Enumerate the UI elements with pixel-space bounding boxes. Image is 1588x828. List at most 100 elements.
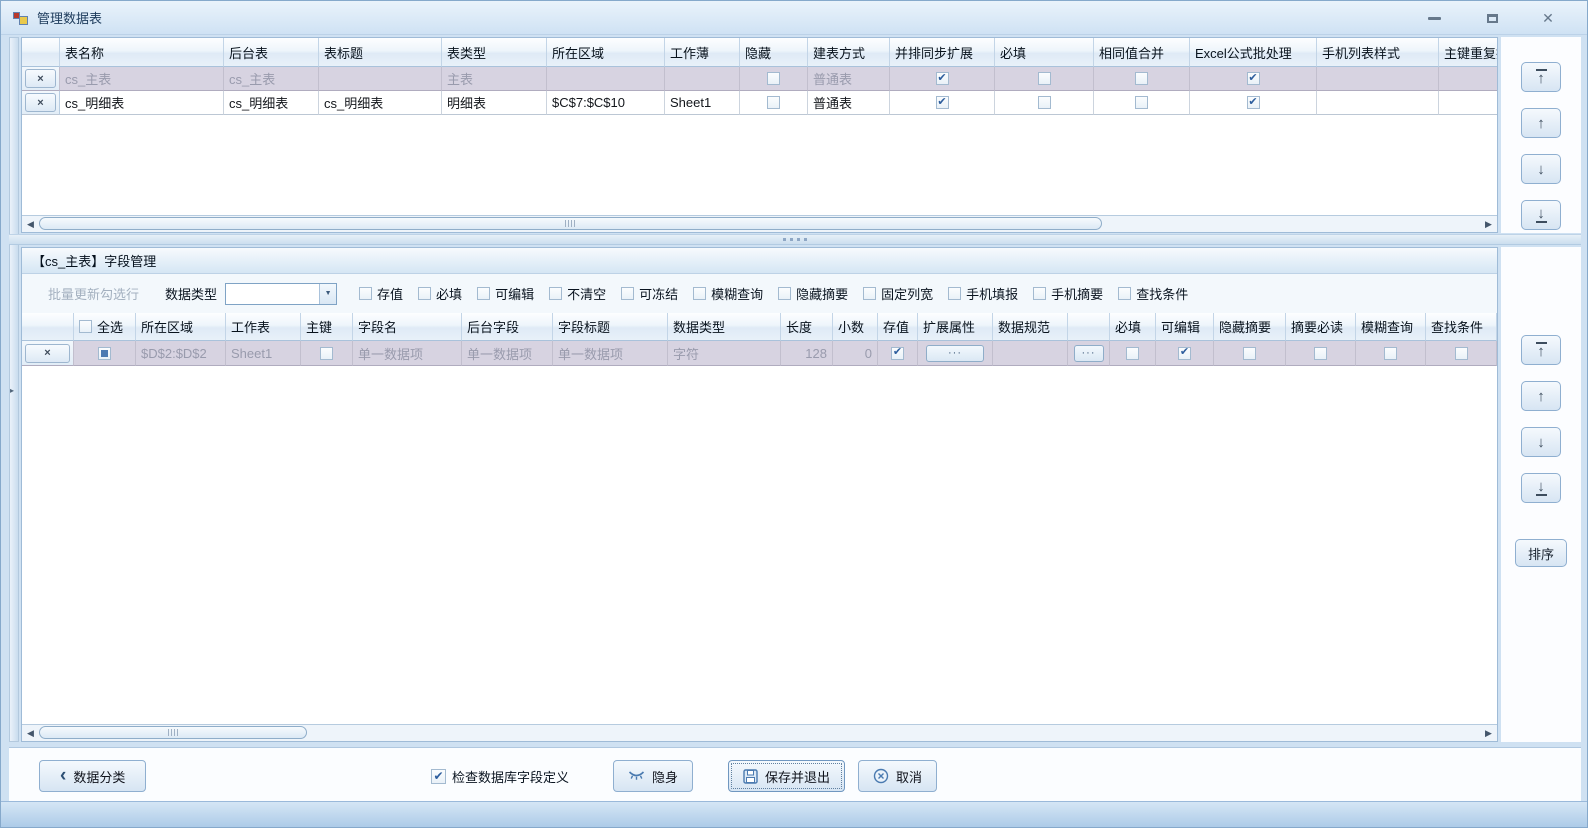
ellipsis-button[interactable]: ··· (1074, 345, 1104, 362)
table-row[interactable]: ×cs_主表cs_主表主表✔普通表✔✔✔✔ (22, 67, 1497, 91)
toolbar-checkbox-6[interactable]: ✔隐藏摘要 (778, 284, 848, 303)
checkbox[interactable]: ✔ (359, 287, 372, 300)
checkbox[interactable]: ✔ (693, 287, 706, 300)
column-header-create-method[interactable]: 建表方式 (808, 38, 890, 67)
delete-row-button[interactable]: × (25, 344, 70, 363)
checkbox[interactable]: ✔ (1118, 287, 1131, 300)
toolbar-checkbox-8[interactable]: ✔手机填报 (948, 284, 1018, 303)
cell-checkbox-hidden[interactable]: ✔ (767, 72, 780, 85)
column-header-summary-must-read[interactable]: 摘要必读 (1286, 313, 1356, 341)
column-header-workbook[interactable]: 工作薄 (665, 38, 740, 67)
column-header-required[interactable]: 必填 (1110, 313, 1156, 341)
horizontal-splitter[interactable] (9, 234, 1581, 245)
toolbar-checkbox-2[interactable]: ✔可编辑 (477, 284, 534, 303)
move-up-button[interactable]: ↑ (1521, 381, 1561, 411)
column-header-delete[interactable] (22, 38, 60, 67)
column-header-hide-summary[interactable]: 隐藏摘要 (1214, 313, 1286, 341)
column-header-select-all[interactable]: ✔全选 (74, 313, 136, 341)
tables-grid-hscrollbar[interactable]: ◀ ▶ (22, 215, 1497, 232)
column-header-backend-field[interactable]: 后台字段 (462, 313, 553, 341)
checkbox[interactable]: ✔ (431, 769, 446, 784)
column-header-required[interactable]: 必填 (995, 38, 1094, 67)
cell-checkbox-side-sync-extend[interactable]: ✔ (936, 96, 949, 109)
cell-checkbox-summary-must-read[interactable]: ✔ (1314, 347, 1327, 360)
column-header-field-name[interactable]: 字段名 (353, 313, 462, 341)
move-bottom-button[interactable]: ↓ (1521, 473, 1561, 503)
fields-grid-hscrollbar[interactable]: ◀ ▶ (22, 724, 1497, 741)
cell-checkbox-excel-formula-batch[interactable]: ✔ (1247, 96, 1260, 109)
sort-button[interactable]: 排序 (1515, 539, 1567, 567)
column-header-excel-formula-batch[interactable]: Excel公式批处理 (1190, 38, 1317, 67)
column-header-region[interactable]: 所在区域 (547, 38, 665, 67)
checkbox[interactable]: ✔ (549, 287, 562, 300)
column-header-table-title[interactable]: 表标题 (319, 38, 442, 67)
column-header-mobile-list-style[interactable]: 手机列表样式 (1317, 38, 1439, 67)
scroll-thumb[interactable] (39, 726, 307, 739)
cell-checkbox-store-value[interactable]: ✔ (891, 347, 904, 360)
checkbox[interactable]: ✔ (418, 287, 431, 300)
scroll-thumb[interactable] (39, 217, 1102, 230)
column-header-backend-table[interactable]: 后台表 (224, 38, 319, 67)
checkbox[interactable]: ✔ (778, 287, 791, 300)
column-header-table-type[interactable]: 表类型 (442, 38, 547, 67)
column-header-blank[interactable] (1068, 313, 1110, 341)
column-header-fuzzy-query[interactable]: 模糊查询 (1356, 313, 1426, 341)
toolbar-checkbox-4[interactable]: ✔可冻结 (621, 284, 678, 303)
column-header-hidden[interactable]: 隐藏 (740, 38, 808, 67)
collapse-splitter[interactable]: ▸ (9, 37, 19, 742)
cell-checkbox-merge-same-value[interactable]: ✔ (1135, 96, 1148, 109)
stealth-button[interactable]: 隐身 (613, 760, 693, 792)
column-header-worksheet[interactable]: 工作表 (226, 313, 301, 341)
column-header-ext-props[interactable]: 扩展属性 (918, 313, 993, 341)
cell-checkbox-fuzzy-query[interactable]: ✔ (1384, 347, 1397, 360)
cell-checkbox-hide-summary[interactable]: ✔ (1243, 347, 1256, 360)
column-header-table-name[interactable]: 表名称 (60, 38, 224, 67)
column-header-editable[interactable]: 可编辑 (1156, 313, 1214, 341)
minimize-button[interactable] (1421, 9, 1447, 27)
move-bottom-button[interactable]: ↓ (1521, 200, 1561, 230)
column-header-decimals[interactable]: 小数 (833, 313, 878, 341)
delete-row-button[interactable]: × (25, 69, 56, 88)
column-header-merge-same-value[interactable]: 相同值合并 (1094, 38, 1190, 67)
toolbar-checkbox-9[interactable]: ✔手机摘要 (1033, 284, 1103, 303)
toolbar-checkbox-3[interactable]: ✔不清空 (549, 284, 606, 303)
back-button[interactable]: ‹ 数据分类 (39, 760, 146, 792)
checkbox[interactable]: ✔ (477, 287, 490, 300)
column-header-data-type[interactable]: 数据类型 (668, 313, 781, 341)
move-top-button[interactable]: ↑ (1521, 62, 1561, 92)
column-header-pk-duplicate[interactable]: 主键重复提 (1439, 38, 1498, 67)
column-header-field-title[interactable]: 字段标题 (553, 313, 668, 341)
scroll-right-button[interactable]: ▶ (1480, 216, 1497, 232)
select-all-checkbox[interactable]: ✔ (79, 320, 92, 333)
scroll-left-button[interactable]: ◀ (22, 725, 39, 741)
datatype-combobox[interactable]: ▼ (225, 283, 337, 305)
column-header-find-condition[interactable]: 查找条件 (1426, 313, 1497, 341)
column-header-primary-key[interactable]: 主键 (301, 313, 353, 341)
cell-checkbox-primary-key[interactable]: ✔ (320, 347, 333, 360)
row-select-checkbox[interactable] (98, 347, 111, 360)
cell-checkbox-hidden[interactable]: ✔ (767, 96, 780, 109)
column-header-length[interactable]: 长度 (781, 313, 833, 341)
cell-checkbox-editable[interactable]: ✔ (1178, 347, 1191, 360)
ellipsis-button[interactable]: ··· (926, 345, 984, 362)
column-header-data-spec[interactable]: 数据规范 (993, 313, 1068, 341)
delete-row-button[interactable]: × (25, 93, 56, 112)
toolbar-checkbox-10[interactable]: ✔查找条件 (1118, 284, 1188, 303)
toolbar-checkbox-5[interactable]: ✔模糊查询 (693, 284, 763, 303)
checkbox[interactable]: ✔ (1033, 287, 1046, 300)
table-row[interactable]: ×$D$2:$D$2Sheet1✔单一数据项单一数据项单一数据项字符1280✔·… (22, 341, 1497, 366)
cell-checkbox-required[interactable]: ✔ (1038, 96, 1051, 109)
cell-checkbox-find-condition[interactable]: ✔ (1455, 347, 1468, 360)
cancel-button[interactable]: 取消 (858, 760, 937, 792)
column-header-side-sync-extend[interactable]: 并排同步扩展 (890, 38, 995, 67)
toolbar-checkbox-0[interactable]: ✔存值 (359, 284, 403, 303)
move-down-button[interactable]: ↓ (1521, 154, 1561, 184)
scroll-left-button[interactable]: ◀ (22, 216, 39, 232)
cell-checkbox-required[interactable]: ✔ (1038, 72, 1051, 85)
title-bar[interactable]: 管理数据表 (1, 1, 1587, 35)
cell-checkbox-side-sync-extend[interactable]: ✔ (936, 72, 949, 85)
toolbar-checkbox-1[interactable]: ✔必填 (418, 284, 462, 303)
move-up-button[interactable]: ↑ (1521, 108, 1561, 138)
checkbox[interactable]: ✔ (621, 287, 634, 300)
check-db-fields-checkbox[interactable]: ✔ 检查数据库字段定义 (431, 760, 569, 792)
